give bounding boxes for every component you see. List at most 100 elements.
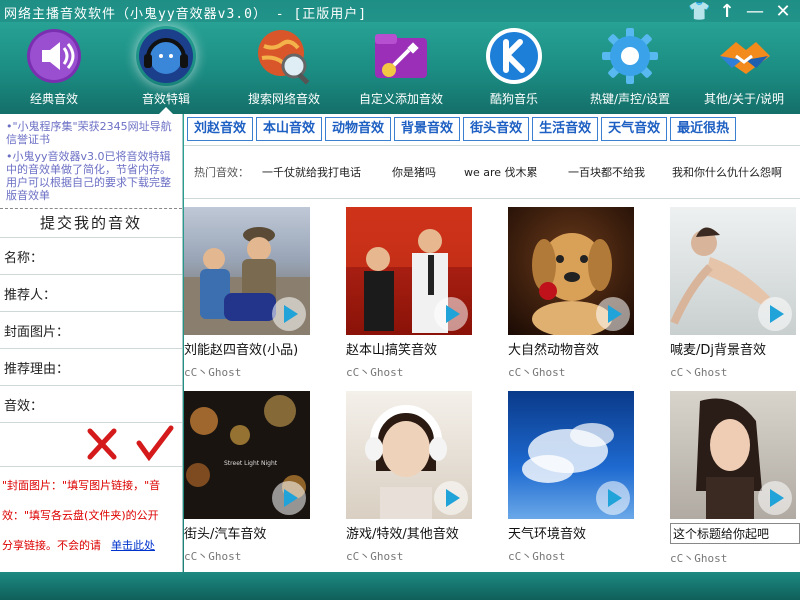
skin-icon[interactable]: 👕 — [688, 2, 710, 22]
submit-panel: •"小鬼程序集"荣获2345网址导航信誉证书 •小鬼yy音效器v3.0已将音效特… — [0, 114, 183, 572]
card-author: cC丶Ghost — [346, 550, 404, 563]
card-author: cC丶Ghost — [184, 550, 242, 563]
play-icon[interactable] — [758, 297, 792, 331]
sound-card[interactable]: Street Light Night 街头/汽车音效 cC丶Ghost — [184, 391, 324, 564]
card-title: 赵本山搞笑音效 — [346, 343, 438, 358]
confirm-icon[interactable] — [136, 425, 174, 462]
tool-label: 热键/声控/设置 — [589, 92, 671, 106]
field-sound[interactable]: 音效： — [0, 385, 182, 422]
category-tabs: 刘赵音效 本山音效 动物音效 背景音效 街头音效 生活音效 天气音效 最近很热 — [184, 117, 800, 141]
click-here-link[interactable]: 单击此处 — [111, 539, 155, 552]
hot-item[interactable]: 我和你什么仇什么怨啊 — [672, 164, 782, 180]
card-author: cC丶Ghost — [184, 366, 242, 379]
sound-card[interactable]: 喊麦/Dj背景音效 cC丶Ghost — [670, 207, 800, 380]
hint-line: 效："填写各云盘(文件夹)的公开 — [2, 509, 159, 522]
card-author: cC丶Ghost — [346, 366, 404, 379]
submit-title: 提交我的音效 — [0, 208, 182, 237]
sound-card[interactable]: 赵本山搞笑音效 cC丶Ghost — [346, 207, 486, 380]
arrow-up-icon[interactable]: ↑ — [716, 2, 738, 22]
play-icon[interactable] — [596, 297, 630, 331]
tool-custom-add[interactable]: 自定义添加音效 — [346, 22, 456, 114]
tool-label: 音效特辑 — [141, 92, 190, 106]
tool-label: 其他/关于/说明 — [703, 92, 785, 106]
cover-image: Street Light Night — [184, 391, 310, 519]
hint-line: 分享链接。不会的请 单击此处 — [2, 531, 180, 561]
sound-card[interactable]: 这个标题给你起吧 cC丶Ghost — [670, 391, 800, 566]
cover-image — [346, 391, 472, 519]
hot-item[interactable]: we are 伐木累 — [464, 164, 538, 180]
form-actions — [0, 422, 182, 466]
play-icon[interactable] — [272, 481, 306, 515]
minimize-button[interactable]: — — [744, 2, 766, 22]
submit-hint: "封面图片："填写图片链接，"音 效："填写各云盘(文件夹)的公开 分享链接。不… — [0, 466, 182, 565]
tab-street[interactable]: 街头音效 — [463, 117, 530, 141]
sound-card[interactable]: 天气环境音效 cC丶Ghost — [508, 391, 648, 564]
tool-search-network[interactable]: 搜索网络音效 — [232, 22, 336, 114]
play-icon[interactable] — [596, 481, 630, 515]
tab-benshan[interactable]: 本山音效 — [256, 117, 323, 141]
sound-card[interactable]: 大自然动物音效 cC丶Ghost — [508, 207, 648, 380]
cover-image — [508, 207, 634, 335]
hot-item[interactable]: 一千仗就给我打电话 — [262, 164, 361, 180]
play-icon[interactable] — [272, 297, 306, 331]
hot-item[interactable]: 一百块都不给我 — [568, 164, 645, 180]
tool-classic-sounds[interactable]: 经典音效 — [4, 22, 104, 114]
handshake-icon — [714, 26, 774, 86]
speaker-icon — [24, 26, 84, 86]
tab-background[interactable]: 背景音效 — [394, 117, 461, 141]
tab-divider — [184, 145, 800, 146]
cancel-icon[interactable] — [86, 427, 118, 461]
street-sign-text: Street Light Night — [224, 460, 278, 467]
sound-special-panel: 刘赵音效 本山音效 动物音效 背景音效 街头音效 生活音效 天气音效 最近很热 … — [184, 114, 800, 572]
card-author: cC丶Ghost — [670, 366, 728, 379]
play-icon[interactable] — [434, 297, 468, 331]
field-reason[interactable]: 推荐理由： — [0, 348, 182, 385]
play-icon[interactable] — [434, 481, 468, 515]
tab-life[interactable]: 生活音效 — [532, 117, 599, 141]
main-toolbar: 经典音效 音效特辑 搜索网络音效 自定义添加音效 酷狗音乐 热键/声控/设置 其… — [0, 22, 800, 115]
guitar-folder-icon — [371, 26, 431, 86]
hint-line: "封面图片："填写图片链接，"音 — [2, 479, 161, 492]
kugou-icon — [484, 26, 544, 86]
play-icon[interactable] — [758, 481, 792, 515]
tool-settings[interactable]: 热键/声控/设置 — [578, 22, 682, 114]
cover-image — [184, 207, 310, 335]
tab-recent-hot[interactable]: 最近很热 — [670, 117, 737, 141]
hot-label: 热门音效： — [194, 166, 249, 179]
hot-sounds-bar: 热门音效： 一千仗就给我打电话 你是猪吗 we are 伐木累 一百块都不给我 … — [184, 160, 800, 184]
card-title: 刘能赵四音效(小品) — [184, 343, 299, 358]
cover-image — [346, 207, 472, 335]
tool-sound-specials[interactable]: 音效特辑 — [116, 22, 216, 115]
sound-card[interactable]: 游戏/特效/其他音效 cC丶Ghost — [346, 391, 486, 564]
card-title: 街头/汽车音效 — [184, 527, 267, 542]
tab-animal[interactable]: 动物音效 — [325, 117, 392, 141]
tool-label: 经典音效 — [29, 92, 78, 106]
card-author: cC丶Ghost — [508, 550, 566, 563]
bottom-bar — [0, 572, 800, 600]
tab-liu-zhao[interactable]: 刘赵音效 — [187, 117, 254, 141]
card-author: cC丶Ghost — [670, 552, 728, 565]
field-cover-image[interactable]: 封面图片： — [0, 311, 182, 348]
field-name[interactable]: 名称： — [0, 237, 182, 274]
hot-item[interactable]: 你是猪吗 — [392, 164, 436, 180]
close-button[interactable]: ✕ — [772, 2, 794, 22]
tab-weather[interactable]: 天气音效 — [601, 117, 668, 141]
window-title: 网络主播音效软件（小鬼yy音效器v3.0） - [正版用户] — [4, 7, 368, 22]
notice-item[interactable]: •小鬼yy音效器v3.0已将音效特辑中的音效单做了简化，节省内存。用户可以根据自… — [6, 150, 176, 202]
card-author: cC丶Ghost — [508, 366, 566, 379]
sound-card[interactable]: 刘能赵四音效(小品) cC丶Ghost — [184, 207, 324, 380]
globe-search-icon — [254, 26, 314, 86]
cover-image — [670, 391, 796, 519]
hot-divider — [184, 198, 800, 199]
card-title: 游戏/特效/其他音效 — [346, 527, 459, 542]
tool-label: 搜索网络音效 — [247, 92, 320, 106]
hint-text: 分享链接。不会的请 — [2, 539, 101, 552]
field-recommender[interactable]: 推荐人： — [0, 274, 182, 311]
card-title-input[interactable]: 这个标题给你起吧 — [670, 523, 800, 544]
tool-about[interactable]: 其他/关于/说明 — [692, 22, 796, 114]
tool-kugou-music[interactable]: 酷狗音乐 — [464, 22, 564, 114]
notice-item[interactable]: •"小鬼程序集"荣获2345网址导航信誉证书 — [6, 120, 176, 146]
title-bar: 网络主播音效软件（小鬼yy音效器v3.0） - [正版用户] 👕 ↑ — ✕ — [0, 0, 800, 24]
tool-label: 酷狗音乐 — [489, 92, 538, 106]
cover-image — [670, 207, 796, 335]
